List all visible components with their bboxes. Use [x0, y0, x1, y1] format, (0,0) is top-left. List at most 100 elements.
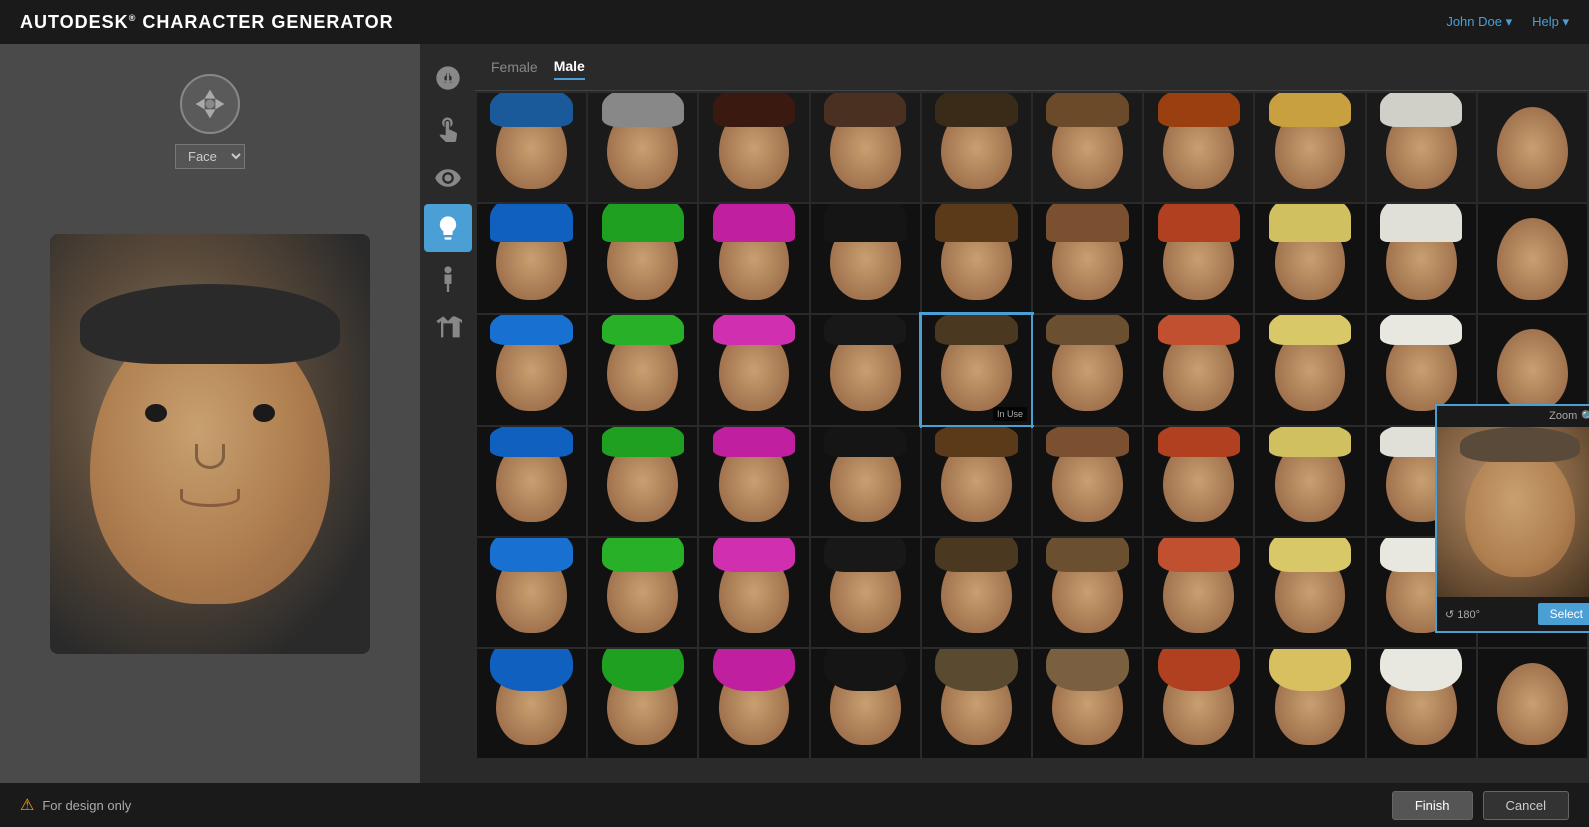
grid-row: [477, 204, 1587, 313]
hair-cell[interactable]: [1367, 649, 1476, 758]
character-nose: [195, 444, 225, 469]
hair-cell[interactable]: [477, 538, 586, 647]
hair-cell[interactable]: [1033, 649, 1142, 758]
hair-cell[interactable]: [699, 649, 808, 758]
hair-cell[interactable]: [1033, 538, 1142, 647]
hair-cell[interactable]: [922, 93, 1031, 202]
hair-cell[interactable]: [1255, 427, 1364, 536]
hair-cell-selected[interactable]: In Use: [922, 315, 1031, 424]
hair-cell[interactable]: [1478, 93, 1587, 202]
hair-cell[interactable]: [811, 315, 920, 424]
hover-popup-image: [1437, 427, 1589, 597]
popup-face-preview: [1465, 447, 1575, 577]
tab-female[interactable]: Female: [491, 55, 538, 79]
face-select[interactable]: Face Head Neck: [175, 144, 245, 169]
gender-tabs: Female Male: [475, 44, 1589, 91]
tab-male[interactable]: Male: [554, 54, 585, 80]
hair-cell[interactable]: [811, 649, 920, 758]
hair-cell[interactable]: [588, 93, 697, 202]
in-use-badge: In Use: [993, 407, 1027, 421]
hair-cell[interactable]: [922, 427, 1031, 536]
hair-cell[interactable]: [588, 315, 697, 424]
hair-cell[interactable]: [699, 315, 808, 424]
hair-cell[interactable]: [1255, 93, 1364, 202]
hover-popup-footer: ↺ 180° Select: [1437, 597, 1589, 631]
hair-cell[interactable]: [699, 427, 808, 536]
header-right: John Doe ▾ Help ▾: [1446, 14, 1569, 30]
hair-cell[interactable]: [811, 538, 920, 647]
hair-cell[interactable]: [1255, 315, 1364, 424]
hair-cell[interactable]: [699, 93, 808, 202]
app-logo: AUTODESK® CHARACTER GENERATOR: [20, 12, 394, 33]
hair-cell[interactable]: [1367, 93, 1476, 202]
hair-cell[interactable]: [922, 204, 1031, 313]
sidebar-item-hair[interactable]: [424, 204, 472, 252]
hair-cell[interactable]: [699, 204, 808, 313]
hair-cell[interactable]: [1367, 204, 1476, 313]
rotate-label[interactable]: ↺ 180°: [1445, 608, 1480, 621]
content-area: Female Male: [475, 44, 1589, 783]
sidebar-item-hand[interactable]: [424, 104, 472, 152]
hair-cell[interactable]: [811, 93, 920, 202]
sidebar-item-clothes[interactable]: [424, 304, 472, 352]
app-footer: ⚠ For design only Finish Cancel: [0, 783, 1589, 827]
face-dropdown[interactable]: Face Head Neck: [175, 144, 245, 169]
sidebar-item-body[interactable]: [424, 254, 472, 302]
hair-cell[interactable]: [477, 315, 586, 424]
hair-cell[interactable]: [1255, 204, 1364, 313]
hair-cell[interactable]: [1255, 538, 1364, 647]
sidebar: [420, 44, 475, 783]
sidebar-item-eye[interactable]: [424, 154, 472, 202]
hair-cell[interactable]: [1033, 204, 1142, 313]
cancel-button[interactable]: Cancel: [1483, 791, 1569, 820]
hover-popup-header[interactable]: Zoom 🔍: [1437, 406, 1589, 427]
zoom-label: Zoom: [1549, 410, 1577, 423]
grid-row: In Use: [477, 315, 1587, 424]
hair-cell[interactable]: [1033, 93, 1142, 202]
grid-row: [477, 538, 1587, 647]
footer-warning-text: For design only: [42, 798, 131, 813]
grid-row: [477, 649, 1587, 758]
hair-cell[interactable]: [1033, 315, 1142, 424]
select-button[interactable]: Select: [1538, 603, 1589, 625]
hair-cell[interactable]: [588, 649, 697, 758]
hair-cell[interactable]: [477, 93, 586, 202]
hair-cell[interactable]: [811, 204, 920, 313]
character-preview: [50, 234, 370, 654]
eye-right: [253, 404, 275, 422]
hair-cell[interactable]: [477, 427, 586, 536]
character-mouth: [180, 489, 240, 507]
hair-cell[interactable]: [922, 538, 1031, 647]
hair-cell[interactable]: [1144, 649, 1253, 758]
hair-cell[interactable]: [922, 649, 1031, 758]
hover-popup: Zoom 🔍 ↺ 180° Select: [1435, 404, 1589, 633]
hair-cell[interactable]: [588, 538, 697, 647]
grid-row: [477, 93, 1587, 202]
hair-cell[interactable]: [588, 204, 697, 313]
main-area: Face Head Neck: [0, 44, 1589, 783]
character-face: [90, 314, 330, 604]
hair-grid: In Use: [475, 91, 1589, 783]
hair-cell[interactable]: [1144, 538, 1253, 647]
hair-cell[interactable]: [811, 427, 920, 536]
hair-cell[interactable]: [1144, 93, 1253, 202]
hair-cell[interactable]: [1255, 649, 1364, 758]
hair-cell[interactable]: [477, 649, 586, 758]
user-menu[interactable]: John Doe ▾: [1446, 14, 1512, 30]
hair-cell[interactable]: [1144, 315, 1253, 424]
grid-row: [477, 427, 1587, 536]
warning-icon: ⚠: [20, 795, 34, 815]
hair-cell[interactable]: [1478, 649, 1587, 758]
hair-cell[interactable]: [699, 538, 808, 647]
sidebar-item-face[interactable]: [424, 54, 472, 102]
hair-cell[interactable]: [1033, 427, 1142, 536]
preview-panel: Face Head Neck: [0, 44, 420, 783]
hair-cell[interactable]: [588, 427, 697, 536]
finish-button[interactable]: Finish: [1392, 791, 1473, 820]
hair-cell[interactable]: [1144, 204, 1253, 313]
hair-cell[interactable]: [1478, 204, 1587, 313]
hair-cell[interactable]: [1144, 427, 1253, 536]
help-menu[interactable]: Help ▾: [1532, 14, 1569, 30]
hair-cell[interactable]: [477, 204, 586, 313]
nav-control[interactable]: [180, 74, 240, 134]
